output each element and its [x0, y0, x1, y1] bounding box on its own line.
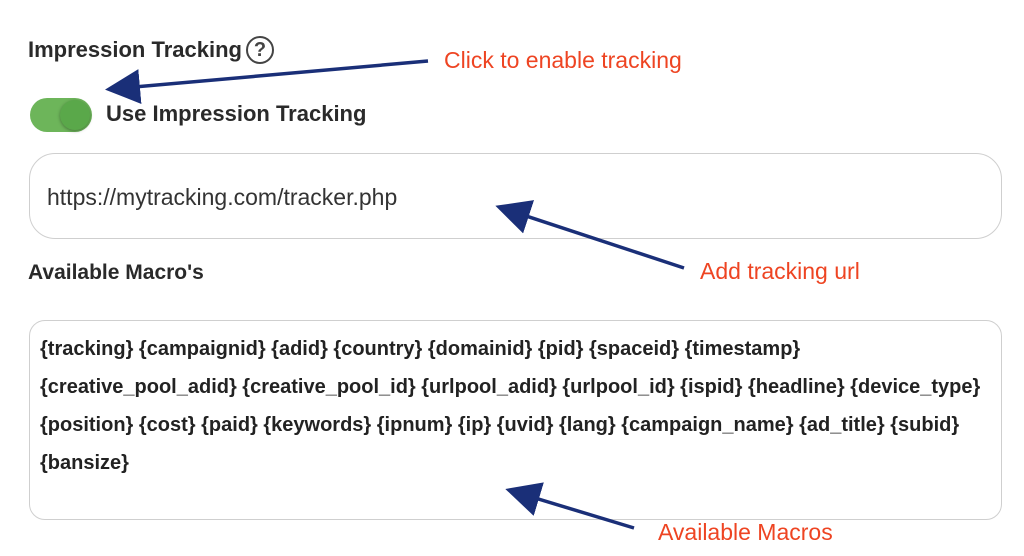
annotation-add-url: Add tracking url — [700, 258, 860, 284]
annotation-available-macros: Available Macros — [658, 519, 833, 545]
annotation-enable-tracking: Click to enable tracking — [444, 47, 682, 73]
arrow-to-macros — [505, 482, 635, 530]
arrow-to-url — [495, 200, 685, 270]
annotation-arrows — [105, 59, 685, 530]
arrow-to-toggle — [105, 59, 429, 104]
